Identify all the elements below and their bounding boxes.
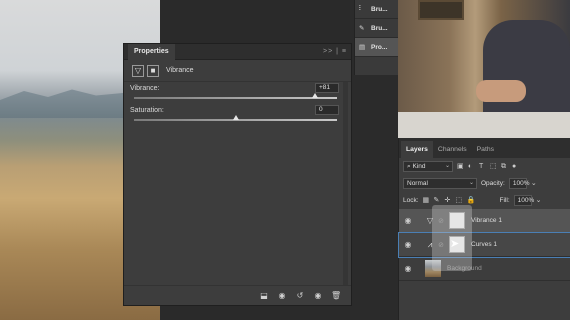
vibrance-icon: ▽ (132, 64, 144, 77)
lock-position-icon[interactable]: ✛ (445, 197, 452, 204)
panel-menu-icon[interactable]: >> | ≡ (323, 48, 347, 55)
layer-background[interactable]: ◉ Background (399, 257, 570, 281)
desk (398, 112, 570, 138)
clip-to-layer-icon[interactable]: ⬓ (259, 291, 269, 301)
chevron-down-icon[interactable]: ⌄ (531, 180, 538, 187)
visibility-icon[interactable]: ◉ (313, 291, 323, 301)
fill-field[interactable]: 100% (513, 195, 534, 206)
vibrance-slider-track[interactable] (134, 97, 337, 99)
layers-tabbar: Layers Channels Paths (399, 138, 570, 158)
vibrance-field[interactable]: +81 (315, 83, 339, 93)
presenter (483, 20, 570, 125)
blend-mode-select[interactable]: Normal ⌄ (403, 178, 477, 189)
wall-frame (418, 0, 464, 20)
layer-name[interactable]: Vibrance 1 (471, 217, 502, 224)
filter-shape-icon[interactable]: ⬚ (490, 163, 497, 170)
filter-type-icon[interactable]: T (479, 163, 486, 170)
properties-scrollbar[interactable] (343, 82, 348, 285)
brush-icon: ✎ (359, 25, 365, 32)
filter-kind-select[interactable]: ⌕ Kind ⌄ (403, 161, 453, 172)
collapsed-label: Bru... (371, 5, 388, 13)
lock-label: Lock: (403, 197, 419, 204)
blend-mode-value: Normal (407, 180, 428, 187)
lock-image-icon[interactable]: ✎ (434, 197, 441, 204)
saturation-slider-thumb[interactable] (232, 115, 239, 120)
lock-artboard-icon[interactable]: ⬚ (456, 197, 463, 204)
properties-tabbar: Properties >> | ≡ (124, 43, 351, 60)
saturation-field[interactable]: 0 (315, 105, 339, 115)
chevron-down-icon: ⌄ (468, 180, 474, 186)
layer-vibrance[interactable]: ◉ ▽ ⊘ Vibrance 1 (399, 209, 570, 233)
eye-icon[interactable]: ◉ (401, 264, 415, 273)
view-previous-state-icon[interactable]: ◉ (277, 291, 287, 301)
properties-panel: Properties >> | ≡ ▽ ■ Vibrance Vibrance:… (123, 43, 352, 306)
opacity-label: Opacity: (481, 180, 505, 187)
opacity-field[interactable]: 100% (508, 178, 529, 189)
adjustment-title: Vibrance (166, 67, 194, 74)
brush-settings-icon: ⫶ (359, 5, 361, 12)
vibrance-label: Vibrance: (130, 85, 160, 92)
saturation-row: Saturation: 0 (124, 104, 351, 126)
presenter-video (398, 0, 570, 138)
vibrance-row: Vibrance: +81 (124, 82, 351, 104)
eye-icon[interactable]: ◉ (401, 240, 415, 249)
layer-name[interactable]: Curves 1 (471, 241, 497, 248)
filter-adjustment-icon[interactable]: ◐ (468, 163, 475, 170)
mask-icon[interactable]: ■ (147, 64, 159, 77)
filter-pixel-icon[interactable]: ▣ (457, 163, 464, 170)
filter-smart-icon[interactable]: ⧉ (501, 163, 508, 170)
blend-row: Normal ⌄ Opacity: 100% ⌄ (399, 175, 570, 192)
tab-channels[interactable]: Channels (433, 141, 472, 158)
chevron-down-icon[interactable]: ⌄ (536, 197, 543, 204)
properties-icon: ▤ (359, 44, 366, 51)
collapsed-label: Bru... (371, 24, 388, 32)
mouse-cursor-icon: ➤ (450, 238, 460, 250)
trash-icon[interactable]: 🗑 (331, 291, 341, 301)
collapsed-panel-properties[interactable]: ▤ Pro... (355, 38, 398, 57)
fill-label: Fill: (499, 197, 510, 204)
lock-row: Lock: ▦ ✎ ✛ ⬚ 🔒 Fill: 100% ⌄ (399, 192, 570, 209)
tab-layers[interactable]: Layers (401, 141, 433, 158)
presenter-arm (476, 80, 526, 102)
properties-footer: ⬓ ◉ ↺ ◉ 🗑 (124, 285, 351, 305)
collapsed-label: Pro... (371, 43, 388, 51)
collapsed-panel-brush-settings[interactable]: ⫶ Bru... (355, 0, 398, 19)
vibrance-slider-thumb[interactable] (311, 93, 318, 98)
collapsed-panel-brushes[interactable]: ✎ Bru... (355, 19, 398, 38)
reset-icon[interactable]: ↺ (295, 291, 305, 301)
chevron-down-icon: ⌄ (444, 163, 450, 169)
layers-panel: Layers Channels Paths ⌕ Kind ⌄ ▣ ◐ T ⬚ ⧉ … (398, 138, 570, 320)
lock-all-icon[interactable]: 🔒 (467, 197, 476, 204)
lock-transparent-icon[interactable]: ▦ (423, 197, 430, 204)
layer-curves[interactable]: ◉ ⩘ ⊘ Curves 1 (398, 232, 570, 258)
collapsed-panels: ⫶ Bru... ✎ Bru... ▤ Pro... (354, 0, 398, 75)
adjustment-header: ▽ ■ Vibrance (124, 60, 351, 82)
filter-row: ⌕ Kind ⌄ ▣ ◐ T ⬚ ⧉ ● (399, 158, 570, 175)
filter-kind-value: Kind (412, 163, 426, 170)
eye-icon[interactable]: ◉ (401, 216, 415, 225)
saturation-label: Saturation: (130, 107, 164, 114)
tab-paths[interactable]: Paths (472, 141, 499, 158)
tab-properties[interactable]: Properties (128, 43, 175, 60)
filter-toggle-icon[interactable]: ● (512, 163, 519, 170)
